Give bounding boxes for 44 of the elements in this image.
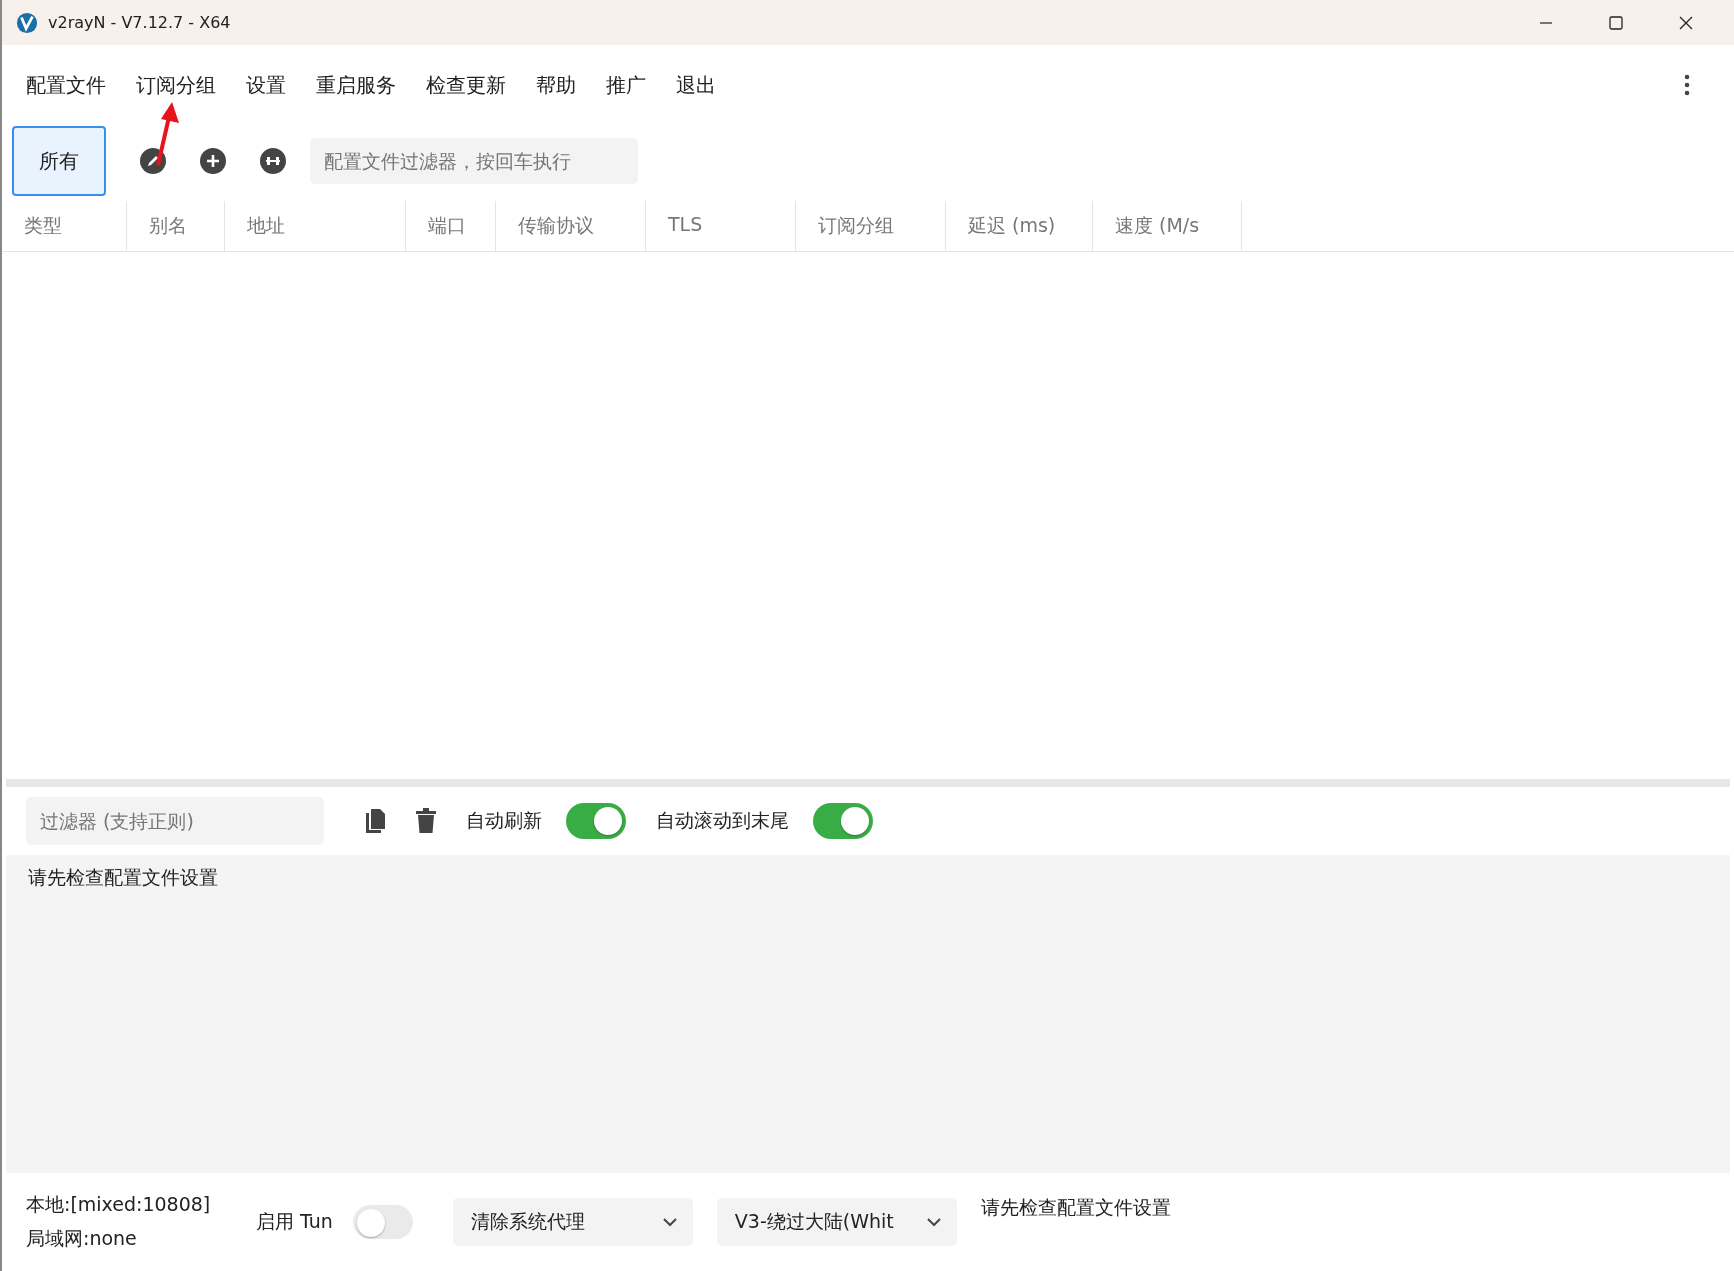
profile-filter-field[interactable]: 配置文件过滤器，按回车执行 bbox=[310, 138, 638, 184]
toggle-label: 自动刷新 bbox=[466, 808, 542, 833]
add-icon[interactable] bbox=[200, 148, 226, 174]
log-filter-field[interactable]: 过滤器 (支持正则) bbox=[26, 797, 324, 845]
menu-item[interactable]: 重启服务 bbox=[316, 71, 396, 99]
more-options-icon[interactable] bbox=[1684, 73, 1690, 97]
menu-item[interactable]: 退出 bbox=[676, 71, 716, 99]
maximize-icon[interactable] bbox=[1608, 14, 1624, 31]
window-title: v2rayN - V7.12.7 - X64 bbox=[48, 13, 231, 32]
close-icon[interactable] bbox=[1678, 14, 1694, 31]
column-header[interactable]: 别名 bbox=[127, 201, 225, 251]
local-port-text: 本地:[mixed:10808] bbox=[26, 1192, 212, 1217]
toggle-label: 自动滚动到末尾 bbox=[656, 808, 789, 833]
tun-toggle-switch[interactable] bbox=[352, 1205, 413, 1239]
menu-item[interactable]: 检查更新 bbox=[426, 71, 506, 99]
column-header[interactable]: 速度 (M/s bbox=[1093, 201, 1242, 251]
toggle-switch[interactable] bbox=[566, 803, 626, 839]
column-header[interactable]: 订阅分组 bbox=[796, 201, 946, 251]
column-header[interactable]: 传输协议 bbox=[496, 201, 646, 251]
dropdown[interactable]: V3-绕过大陆(Whit bbox=[716, 1198, 957, 1246]
trash-icon[interactable] bbox=[416, 808, 436, 834]
lan-text: 局域网:none bbox=[26, 1226, 138, 1251]
status-message: 请先检查配置文件设置 bbox=[980, 1195, 1171, 1220]
menu-item[interactable]: 设置 bbox=[246, 71, 286, 99]
chevron-down-icon bbox=[926, 1217, 941, 1227]
tun-label: 启用 Tun bbox=[256, 1209, 333, 1234]
dropdown[interactable]: 清除系统代理 bbox=[452, 1198, 693, 1246]
app-logo-icon bbox=[16, 11, 38, 34]
menu-item[interactable]: 帮助 bbox=[536, 71, 576, 99]
toggle-switch[interactable] bbox=[813, 803, 873, 839]
group-tab[interactable]: 所有 bbox=[12, 126, 106, 196]
column-header[interactable]: 地址 bbox=[225, 201, 406, 251]
copy-icon[interactable] bbox=[364, 808, 386, 834]
menu-item[interactable]: 推广 bbox=[606, 71, 646, 99]
chevron-down-icon bbox=[662, 1217, 677, 1227]
column-header[interactable]: TLS bbox=[646, 201, 796, 251]
column-header[interactable]: 类型 bbox=[2, 201, 127, 251]
column-header[interactable]: 延迟 (ms) bbox=[946, 201, 1093, 251]
dumbbell-icon[interactable] bbox=[260, 148, 286, 174]
column-header[interactable]: 端口 bbox=[406, 201, 496, 251]
edit-icon[interactable] bbox=[140, 148, 166, 174]
log-line: 请先检查配置文件设置 bbox=[28, 865, 219, 890]
menu-item[interactable]: 配置文件 bbox=[26, 71, 106, 99]
menu-item[interactable]: 订阅分组 bbox=[136, 71, 216, 99]
